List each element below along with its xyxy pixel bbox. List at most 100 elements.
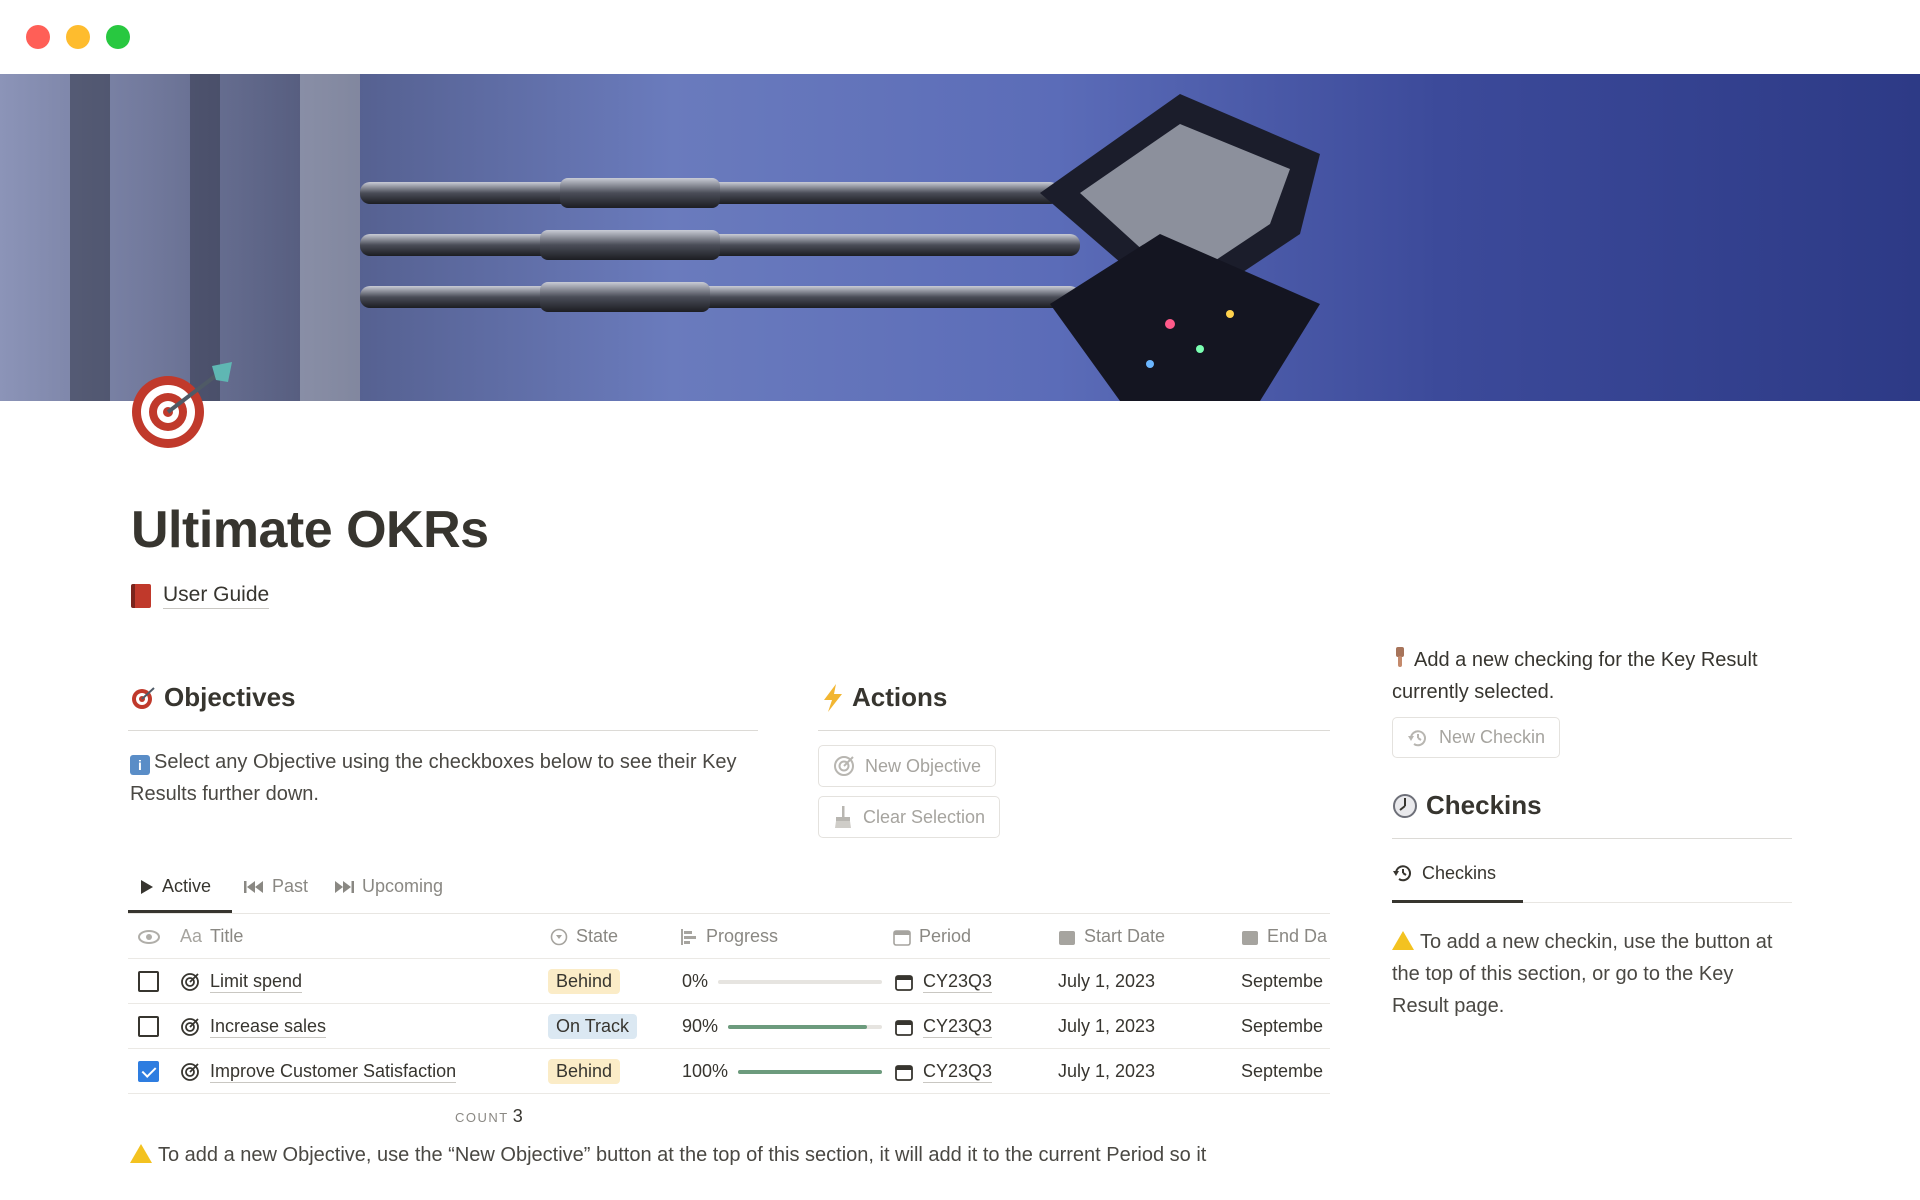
target-icon xyxy=(181,1017,199,1036)
tab-past[interactable]: Past xyxy=(244,876,308,897)
objectives-divider xyxy=(128,730,758,731)
row-progress-cell: 0% xyxy=(682,959,882,1004)
minimize-window-button[interactable] xyxy=(66,25,90,49)
row-end-date: Septembe xyxy=(1241,1061,1324,1081)
target-icon xyxy=(834,756,854,776)
progress-bar-fill xyxy=(728,1024,867,1029)
skip-forward-icon xyxy=(335,880,354,893)
target-icon xyxy=(181,972,199,991)
column-title[interactable]: Aa Title xyxy=(180,914,510,959)
broom-icon xyxy=(835,806,851,828)
close-window-button[interactable] xyxy=(26,25,50,49)
pointing-down-icon xyxy=(1396,647,1404,667)
period-label: CY23Q3 xyxy=(923,1060,993,1083)
column-progress-label: Progress xyxy=(706,926,779,946)
tab-checkins[interactable]: Checkins xyxy=(1392,862,1496,884)
row-title-cell[interactable]: Limit spend xyxy=(180,959,540,1004)
row-checkbox[interactable] xyxy=(138,1061,159,1082)
progress-value: 100% xyxy=(682,1061,729,1081)
actions-divider xyxy=(818,730,1330,731)
new-objective-button[interactable]: New Objective xyxy=(818,745,997,787)
objectives-footer-note-text: To add a new Objective, use the “New Obj… xyxy=(158,1144,1207,1166)
tab-active[interactable]: Active xyxy=(140,876,211,897)
new-objective-label: New Objective xyxy=(865,755,982,776)
row-title-cell[interactable]: Improve Customer Satisfaction xyxy=(180,1049,540,1094)
objectives-callout: i Select any Objective using the checkbox… xyxy=(130,746,760,810)
column-title-label: Title xyxy=(210,926,244,946)
period-relation[interactable]: CY23Q3 xyxy=(895,1015,993,1038)
calendar-icon xyxy=(895,1019,913,1036)
row-state-cell[interactable]: On Track xyxy=(548,1004,678,1049)
checkins-heading-label: Checkins xyxy=(1426,790,1542,820)
table-row[interactable]: Limit spend Behind 0% CY23Q3 July 1, 2023 Sep… xyxy=(128,959,1330,1004)
status-badge: On Track xyxy=(548,1014,638,1039)
row-start-date: July 1, 2023 xyxy=(1058,1061,1156,1081)
target-icon xyxy=(181,1062,199,1081)
column-period[interactable]: Period xyxy=(893,914,1053,959)
row-end-date: Septembe xyxy=(1241,1016,1324,1036)
tab-upcoming[interactable]: Upcoming xyxy=(334,876,443,897)
row-title[interactable]: Limit spend xyxy=(210,971,303,993)
row-state-cell[interactable]: Behind xyxy=(548,959,678,1004)
column-end-date[interactable]: End Da xyxy=(1241,914,1330,959)
actions-heading-label: Actions xyxy=(852,682,948,712)
row-checkbox[interactable] xyxy=(138,1016,159,1037)
progress-bar xyxy=(738,1069,882,1074)
user-guide-label: User Guide xyxy=(163,583,270,609)
progress-bar xyxy=(728,1024,882,1029)
clear-selection-button[interactable]: Clear Selection xyxy=(818,796,1001,838)
period-relation[interactable]: CY23Q3 xyxy=(895,1060,993,1083)
progress-bar xyxy=(718,979,882,984)
eye-icon[interactable] xyxy=(138,914,168,959)
row-checkbox-cell[interactable] xyxy=(138,1049,168,1094)
column-progress[interactable]: Progress xyxy=(680,914,880,959)
checkin-hint: Add a new checking for the Key Result cu… xyxy=(1392,644,1792,708)
row-title[interactable]: Improve Customer Satisfaction xyxy=(210,1061,457,1083)
row-checkbox-cell[interactable] xyxy=(138,959,168,1004)
skip-back-icon xyxy=(244,880,263,893)
dart-target-icon xyxy=(128,362,240,462)
objectives-heading: Objectives xyxy=(130,682,296,713)
clock-icon xyxy=(1393,793,1417,818)
row-start-date: July 1, 2023 xyxy=(1058,1016,1156,1036)
row-count: COUNT 3 xyxy=(455,1106,523,1127)
table-row[interactable]: Increase sales On Track 90% CY23Q3 July 1, 2… xyxy=(128,1004,1330,1049)
table-header-row: Aa Title State Progress Period Start Dat… xyxy=(128,914,1330,959)
objectives-callout-text: Select any Objective using the checkboxe… xyxy=(130,751,737,805)
tab-upcoming-label: Upcoming xyxy=(362,876,444,896)
column-start-date-label: Start Date xyxy=(1084,926,1166,946)
column-start-date[interactable]: Start Date xyxy=(1058,914,1228,959)
status-badge: Behind xyxy=(548,1059,621,1084)
tab-active-label: Active xyxy=(162,876,212,896)
period-label: CY23Q3 xyxy=(923,1015,993,1038)
row-checkbox-cell[interactable] xyxy=(138,1004,168,1049)
calendar-icon xyxy=(1242,930,1258,945)
row-period-cell[interactable]: CY23Q3 xyxy=(895,959,1055,1004)
objectives-footer-note: To add a new Objective, use the “New Obj… xyxy=(130,1144,1330,1167)
row-progress-cell: 90% xyxy=(682,1004,882,1049)
clear-selection-label: Clear Selection xyxy=(863,806,986,827)
row-state-cell[interactable]: Behind xyxy=(548,1049,678,1094)
progress-value: 90% xyxy=(682,1016,719,1036)
table-row[interactable]: Improve Customer Satisfaction Behind 100% C… xyxy=(128,1049,1330,1094)
period-relation[interactable]: CY23Q3 xyxy=(895,970,993,993)
new-checkin-button[interactable]: New Checkin xyxy=(1392,717,1561,758)
row-period-cell[interactable]: CY23Q3 xyxy=(895,1049,1055,1094)
period-label: CY23Q3 xyxy=(923,970,993,993)
maximize-window-button[interactable] xyxy=(106,25,130,49)
checkin-hint-text: Add a new checking for the Key Result cu… xyxy=(1392,649,1758,703)
window-titlebar xyxy=(0,0,1920,74)
page-title: Ultimate OKRs xyxy=(131,501,489,559)
row-checkbox[interactable] xyxy=(138,971,159,992)
column-state[interactable]: State xyxy=(550,914,680,959)
calendar-icon xyxy=(895,1064,913,1081)
cover-image xyxy=(0,74,1920,401)
row-period-cell[interactable]: CY23Q3 xyxy=(895,1004,1055,1049)
calendar-icon xyxy=(895,974,913,991)
row-title[interactable]: Increase sales xyxy=(210,1016,327,1038)
row-title-cell[interactable]: Increase sales xyxy=(180,1004,540,1049)
calendar-icon xyxy=(893,929,911,946)
history-icon xyxy=(1408,729,1426,746)
user-guide-link[interactable]: User Guide xyxy=(131,583,270,609)
dart-target-icon xyxy=(132,686,155,709)
